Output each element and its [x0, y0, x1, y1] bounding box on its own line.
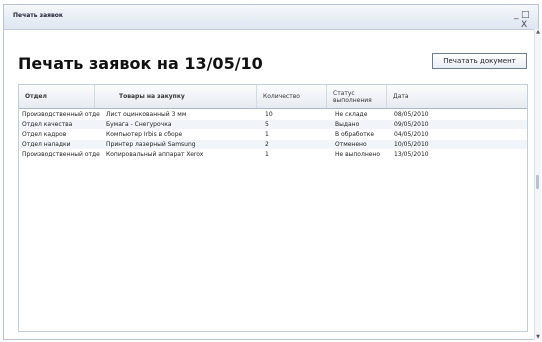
scroll-down-icon[interactable]: ▼: [535, 334, 541, 340]
cell-department: Отдел кадров: [22, 131, 67, 138]
close-button[interactable]: □ X: [521, 10, 538, 30]
cell-quantity: 5: [265, 121, 269, 128]
column-header-department[interactable]: Отдел: [19, 85, 95, 108]
cell-department: Производственный отдел: [22, 111, 100, 118]
page-title: Печать заявок на 13/05/10: [18, 54, 263, 73]
table-row[interactable]: Отдел кадров Компьютер Irbis в сборе 1 В…: [19, 130, 527, 139]
scroll-thumb[interactable]: [536, 175, 539, 189]
cell-goods: Лист оцинкованный 3 мм: [106, 111, 187, 118]
cell-status: Не складе: [335, 111, 368, 118]
print-document-button[interactable]: Печатать документ: [432, 53, 527, 69]
table-row[interactable]: Производственный отдел Лист оцинкованный…: [19, 110, 527, 119]
scroll-up-icon[interactable]: ▲: [535, 29, 541, 35]
cell-date: 08/05/2010: [394, 111, 429, 118]
cell-goods: Бумага - Снегурочка: [106, 121, 172, 128]
cell-quantity: 2: [265, 141, 269, 148]
cell-date: 10/05/2010: [394, 141, 429, 148]
table-row[interactable]: Отдел наладки Принтер лазерный Samsung 2…: [19, 140, 527, 149]
cell-department: Отдел наладки: [22, 141, 71, 148]
window-title: Печать заявок: [13, 12, 63, 19]
requests-table: Отдел Товары на закупку Количество Стату…: [18, 84, 528, 332]
cell-date: 09/05/2010: [394, 121, 429, 128]
column-header-status[interactable]: Статус выполнения: [327, 85, 387, 108]
print-requests-window: Печать заявок _ □ X Печать заявок на 13/…: [3, 4, 541, 340]
table-row[interactable]: Производственный отдел Копировальный апп…: [19, 150, 527, 159]
column-header-date[interactable]: Дата: [387, 85, 527, 108]
cell-goods: Компьютер Irbis в сборе: [106, 131, 183, 138]
cell-date: 13/05/2010: [394, 151, 429, 158]
cell-quantity: 10: [265, 111, 273, 118]
column-header-quantity[interactable]: Количество: [257, 85, 327, 108]
cell-status: Не выполнено: [335, 151, 381, 158]
column-header-goods[interactable]: Товары на закупку: [95, 85, 257, 108]
cell-goods: Копировальный аппарат Xerox: [106, 151, 204, 158]
cell-date: 04/05/2010: [394, 131, 429, 138]
table-header: Отдел Товары на закупку Количество Стату…: [19, 85, 527, 109]
cell-status: Выдано: [335, 121, 360, 128]
cell-status: В обработке: [335, 131, 375, 138]
minimize-button[interactable]: _: [514, 10, 519, 20]
cell-department: Отдел качества: [22, 121, 73, 128]
vertical-scrollbar[interactable]: ▲ ▼: [534, 29, 541, 340]
cell-quantity: 1: [265, 151, 269, 158]
cell-department: Производственный отдел: [22, 151, 100, 158]
cell-goods: Принтер лазерный Samsung: [106, 141, 196, 148]
cell-quantity: 1: [265, 131, 269, 138]
cell-status: Отменено: [335, 141, 367, 148]
table-row[interactable]: Отдел качества Бумага - Снегурочка 5 Выд…: [19, 120, 527, 129]
title-bar: Печать заявок _ □ X: [4, 5, 538, 30]
